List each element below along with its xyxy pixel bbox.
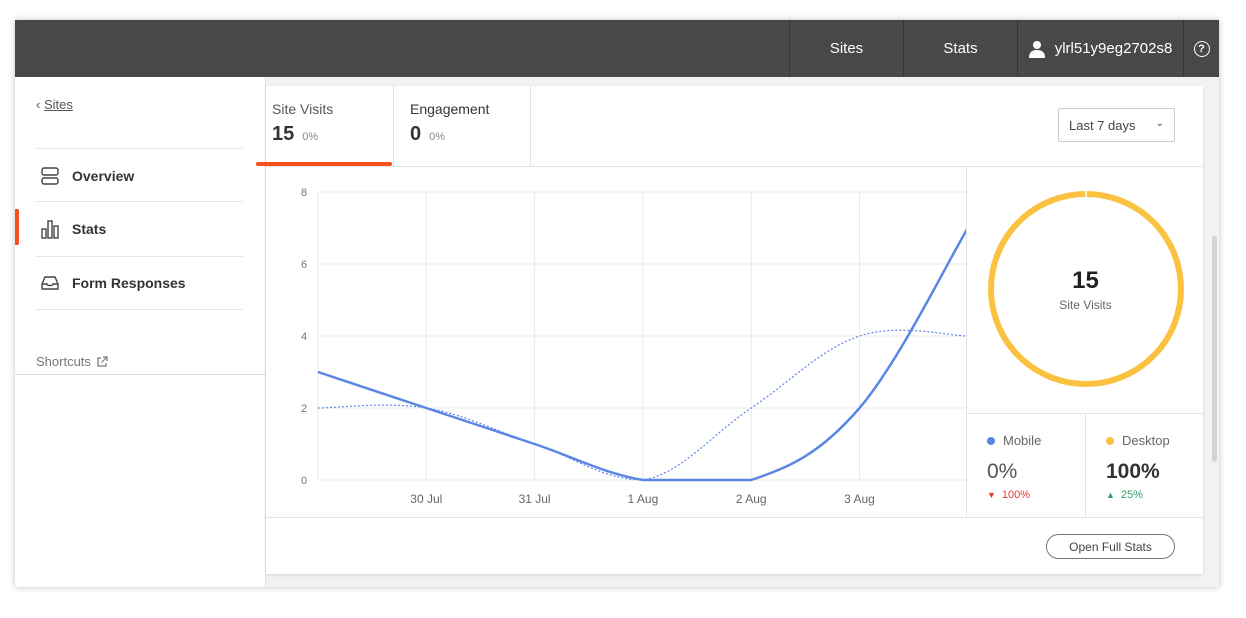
device-mobile: Mobile 0% ▼ 100% bbox=[967, 433, 1085, 501]
device-name: Desktop bbox=[1122, 433, 1170, 448]
device-change: 100% bbox=[1001, 489, 1031, 501]
tab-label: Site Visits bbox=[272, 101, 334, 117]
sidebar-item-label: Overview bbox=[72, 167, 135, 184]
x-tick-label: 3 Aug bbox=[844, 492, 875, 506]
tab-engagement[interactable]: Engagement 0 0% bbox=[394, 86, 531, 166]
shortcuts-link[interactable]: Shortcuts bbox=[36, 354, 108, 369]
donut-total: 15 bbox=[1072, 267, 1099, 294]
tab-change: 0% bbox=[429, 131, 446, 143]
nav-sites[interactable]: Sites bbox=[789, 20, 903, 77]
inbox-icon bbox=[41, 276, 59, 290]
y-tick-label: 8 bbox=[301, 187, 307, 199]
overview-icon bbox=[41, 166, 59, 185]
summary-panel: 15 Site Visits Mobile 0% ▼ 100% Desktop 1… bbox=[966, 167, 1204, 517]
back-to-sites-link[interactable]: ‹ Sites bbox=[36, 97, 73, 112]
device-change: 25% bbox=[1120, 489, 1143, 501]
tab-label: Engagement bbox=[410, 101, 490, 117]
help-icon: ? bbox=[1193, 40, 1210, 57]
y-tick-label: 2 bbox=[301, 403, 307, 415]
top-bar: Sites Stats ylrl51y9eg2702s8 ? bbox=[15, 20, 1219, 77]
user-menu[interactable]: ylrl51y9eg2702s8 bbox=[1017, 20, 1183, 77]
stats-card: Site Visits 15 0% Engagement 0 0% Last 7… bbox=[256, 86, 1204, 574]
sidebar: ‹ Sites Overview Stats Form Responses Sh… bbox=[15, 77, 266, 587]
tab-value: 0 bbox=[410, 123, 422, 145]
sidebar-divider bbox=[15, 374, 266, 375]
footer-divider bbox=[266, 517, 1203, 518]
sidebar-item-label: Stats bbox=[72, 220, 107, 237]
user-icon bbox=[1028, 40, 1045, 58]
nav-stats[interactable]: Stats bbox=[903, 20, 1017, 77]
app-window: Sites Stats ylrl51y9eg2702s8 ? ‹ Sites O… bbox=[15, 20, 1219, 587]
date-range-value: Last 7 days bbox=[1069, 117, 1136, 133]
help-button[interactable]: ? bbox=[1183, 20, 1219, 77]
mobile-dot bbox=[987, 436, 995, 445]
donut-label: Site Visits bbox=[1059, 298, 1112, 312]
desktop-dot bbox=[1106, 436, 1114, 445]
y-tick-label: 0 bbox=[301, 475, 307, 487]
device-name: Mobile bbox=[1003, 433, 1042, 448]
y-tick-label: 4 bbox=[301, 331, 307, 343]
device-desktop: Desktop 100% ▲ 25% bbox=[1086, 433, 1204, 501]
tab-change: 0% bbox=[302, 131, 319, 143]
username: ylrl51y9eg2702s8 bbox=[1054, 40, 1173, 57]
x-tick-label: 30 Jul bbox=[410, 492, 442, 506]
tab-site-visits[interactable]: Site Visits 15 0% bbox=[256, 86, 394, 166]
sidebar-item-overview[interactable]: Overview bbox=[36, 148, 243, 202]
y-tick-label: 6 bbox=[301, 259, 307, 271]
x-tick-label: 2 Aug bbox=[736, 492, 767, 506]
device-percent: 100% bbox=[1106, 460, 1160, 483]
back-link-label: Sites bbox=[43, 97, 73, 112]
open-full-stats-button[interactable]: Open Full Stats bbox=[1046, 534, 1175, 559]
date-range-select[interactable]: Last 7 days ⌄ bbox=[1058, 108, 1175, 142]
arrow-down-icon: ▼ bbox=[987, 490, 996, 500]
x-tick-label: 1 Aug bbox=[628, 492, 659, 506]
series-line-current bbox=[317, 228, 966, 482]
page-scrollbar[interactable] bbox=[1212, 236, 1217, 462]
visits-line-chart: 0 2 4 6 8 30 Jul 31 Jul 1 Aug 2 Aug 3 Aug bbox=[301, 187, 966, 506]
sidebar-item-form-responses[interactable]: Form Responses bbox=[36, 256, 243, 310]
arrow-up-icon: ▲ bbox=[1106, 490, 1115, 500]
sidebar-item-label: Form Responses bbox=[72, 275, 186, 291]
chevron-down-icon: ⌄ bbox=[1155, 118, 1164, 129]
device-percent: 0% bbox=[987, 460, 1018, 483]
sidebar-item-stats[interactable]: Stats bbox=[36, 201, 243, 255]
bar-chart-icon bbox=[41, 219, 59, 239]
active-indicator bbox=[15, 209, 19, 245]
external-link-icon bbox=[97, 355, 108, 367]
shortcuts-label: Shortcuts bbox=[36, 354, 91, 369]
tab-value: 15 bbox=[272, 123, 295, 145]
x-tick-label: 31 Jul bbox=[519, 492, 551, 506]
chevron-left-icon: ‹ bbox=[36, 97, 44, 112]
